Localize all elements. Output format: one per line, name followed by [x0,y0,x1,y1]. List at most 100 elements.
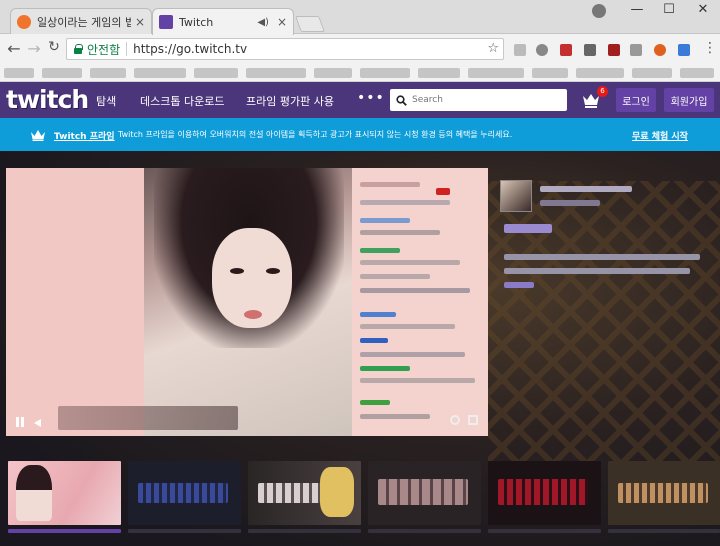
carousel-thumbnail[interactable] [488,461,601,525]
twitch-favicon-icon [159,15,173,29]
stream-chat-overlay [352,168,488,436]
bookmark-item[interactable] [194,68,238,78]
prime-crown-icon [31,130,45,141]
extension-icon[interactable] [560,44,572,56]
maximize-button[interactable]: ☐ [652,2,686,17]
streamer-avatar[interactable] [500,180,532,212]
prime-description: Twitch 프라임을 이용하여 오버워치의 전설 아이템을 획득하고 광고가 … [118,130,513,139]
minimize-button[interactable]: — [620,2,654,17]
bookmark-item[interactable] [418,68,460,78]
carousel-thumbnail[interactable] [248,461,361,525]
bookmark-item[interactable] [42,68,82,78]
tab-close-icon[interactable]: × [135,15,145,29]
settings-icon[interactable] [450,415,460,425]
chat-line [360,182,420,187]
bookmark-item[interactable] [314,68,352,78]
login-button[interactable]: 로그인 [616,88,656,112]
bookmark-item[interactable] [360,68,410,78]
orange-favicon-icon [17,15,31,29]
bookmarks-bar [0,64,720,82]
bookmark-item[interactable] [632,68,672,78]
bookmark-item[interactable] [532,68,568,78]
video-content [266,268,280,274]
tab-active[interactable]: Twitch ◀) × [152,8,294,35]
divider [126,42,128,56]
chat-line [360,260,460,265]
stream-description-link[interactable] [504,282,534,288]
bookmark-item[interactable] [246,68,306,78]
pause-icon[interactable] [21,417,24,427]
chat-line [360,366,410,371]
pause-icon[interactable] [16,417,19,427]
tab-close-icon[interactable]: × [277,15,287,29]
new-tab-button[interactable] [295,16,325,32]
featured-area [0,151,720,546]
extension-icon[interactable] [536,44,548,56]
url-text: https://go.twitch.tv [133,42,248,56]
thumbnail-image [16,465,52,521]
extension-icon[interactable] [608,44,620,56]
streamer-name[interactable] [540,186,632,192]
nav-link-desktop-download[interactable]: 데스크톱 다운로드 [140,93,224,109]
bookmark-item[interactable] [680,68,714,78]
prime-trial-link[interactable]: 무료 체험 시작 [632,129,688,142]
stream-description-line [504,254,700,260]
prime-title-link[interactable]: Twitch 프라임 [54,129,115,142]
twitch-top-nav: twitch 탐색 데스크톱 다운로드 프라임 평가판 사용 ••• [0,82,720,118]
stream-game[interactable] [540,200,600,206]
bookmark-item[interactable] [134,68,186,78]
bookmark-star-icon[interactable]: ☆ [487,41,499,56]
search-box[interactable] [390,89,567,111]
nav-link-prime-trial[interactable]: 프라임 평가판 사용 [246,93,334,109]
nav-link-browse[interactable]: 탐색 [96,93,116,109]
browser-chrome: 일상이라는 게임의 법칙 × Twitch ◀) × — ☐ ✕ ← → ↻ 안… [0,0,720,82]
thumbnail-image [618,483,708,503]
security-label: 안전함 [87,42,121,57]
extension-icon[interactable] [584,44,596,56]
extension-icon[interactable] [630,44,642,56]
back-button[interactable]: ← [4,39,24,58]
bookmark-item[interactable] [90,68,126,78]
thumbnail-image [138,483,228,503]
extension-icon[interactable] [514,44,526,56]
tab-inactive[interactable]: 일상이라는 게임의 법칙 × [10,8,152,35]
chat-line [360,248,400,253]
close-window-button[interactable]: ✕ [686,2,720,17]
extension-icon[interactable] [654,44,666,56]
chat-line [360,324,455,329]
stream-title[interactable] [504,224,552,233]
extension-icon[interactable] [678,44,690,56]
carousel-thumbnail[interactable] [8,461,121,525]
forward-button[interactable]: → [24,39,44,58]
volume-icon[interactable] [34,419,41,427]
video-content [244,310,262,319]
search-input[interactable] [412,95,562,105]
tab-title: 일상이라는 게임의 법칙 [37,16,131,29]
thumbnail-image [320,467,354,517]
fullscreen-icon[interactable] [468,415,478,425]
chat-line [360,288,470,293]
speaker-icon[interactable]: ◀) [257,17,269,28]
stream-description-line [504,268,690,274]
chat-line [360,274,430,279]
profile-icon[interactable] [592,4,606,18]
signup-button[interactable]: 회원가입 [664,88,714,112]
carousel-indicator [488,529,601,533]
twitch-logo[interactable]: twitch [6,86,89,114]
more-menu-icon[interactable]: ••• [357,90,385,106]
carousel-thumbnail[interactable] [128,461,241,525]
address-bar[interactable]: 안전함 https://go.twitch.tv ☆ [66,38,504,60]
carousel-indicator [608,529,720,533]
carousel-thumbnail[interactable] [608,461,720,525]
video-content [230,268,244,274]
chat-line [360,218,410,223]
bookmark-item[interactable] [4,68,34,78]
bookmark-item[interactable] [576,68,624,78]
reload-button[interactable]: ↻ [44,39,64,55]
stream-overlay-caption [58,406,238,430]
bookmark-item[interactable] [468,68,524,78]
carousel-thumbnail[interactable] [368,461,481,525]
browser-menu-icon[interactable]: ⋮ [703,40,717,56]
carousel-indicator [128,529,241,533]
video-player[interactable] [6,168,488,436]
